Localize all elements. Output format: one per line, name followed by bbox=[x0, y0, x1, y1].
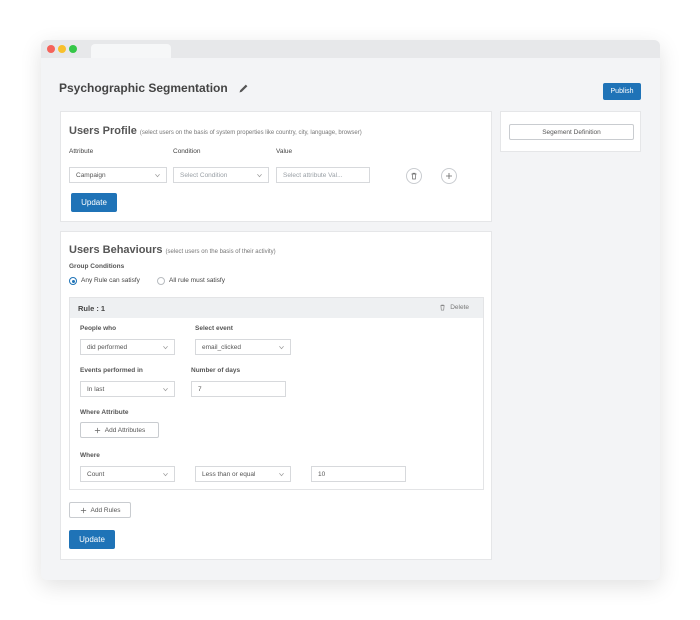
rule-header: Rule : 1 Delete bbox=[70, 298, 483, 318]
users-behaviours-subtitle: (select users on the basis of their acti… bbox=[165, 249, 276, 255]
plus-icon bbox=[94, 427, 100, 433]
people-who-value: did performed bbox=[87, 343, 128, 351]
people-who-select[interactable]: did performed bbox=[80, 339, 175, 355]
condition-header: Condition bbox=[173, 148, 201, 155]
where-field-value: Count bbox=[87, 470, 105, 478]
events-performed-label: Events performed in bbox=[80, 367, 143, 374]
radio-all-rule-label: All rule must satisfy bbox=[169, 277, 225, 284]
chevron-down-icon bbox=[163, 346, 168, 350]
people-who-label: People who bbox=[80, 325, 117, 332]
delete-rule-button[interactable]: Delete bbox=[439, 304, 469, 311]
trash-icon[interactable] bbox=[406, 168, 422, 184]
chevron-down-icon bbox=[279, 346, 284, 350]
delete-rule-label: Delete bbox=[450, 304, 469, 311]
where-operator-value: Less than or equal bbox=[202, 470, 256, 478]
page-title: Psychographic Segmentation bbox=[59, 81, 228, 95]
browser-window: Psychographic Segmentation Publish Users… bbox=[41, 40, 660, 580]
rule-card: Rule : 1 Delete People who Select event … bbox=[69, 297, 484, 490]
where-label: Where bbox=[80, 452, 100, 459]
attribute-header: Attribute bbox=[69, 148, 94, 155]
window-titlebar bbox=[41, 40, 660, 58]
radio-all-rule[interactable] bbox=[157, 277, 165, 285]
events-performed-value: In last bbox=[87, 385, 105, 393]
where-value: 10 bbox=[318, 470, 326, 478]
page-title-row: Psychographic Segmentation bbox=[59, 81, 249, 95]
pencil-icon[interactable] bbox=[238, 83, 249, 94]
number-of-days-input[interactable]: 7 bbox=[191, 381, 286, 397]
users-behaviours-title: Users Behaviours bbox=[69, 244, 163, 256]
users-profile-panel: Users Profile (select users on the basis … bbox=[60, 111, 492, 222]
add-attributes-button[interactable]: Add Attributes bbox=[80, 422, 159, 438]
users-profile-title: Users Profile bbox=[69, 125, 137, 137]
chevron-down-icon bbox=[257, 174, 262, 178]
add-condition-plus-icon[interactable] bbox=[441, 168, 457, 184]
add-attributes-label: Add Attributes bbox=[104, 426, 146, 434]
chevron-down-icon bbox=[163, 473, 168, 477]
attribute-select[interactable]: Campaign bbox=[69, 167, 167, 183]
attribute-value-input[interactable]: Select attribute Val... bbox=[276, 167, 370, 183]
attribute-select-value: Campaign bbox=[76, 171, 106, 179]
segment-definition-panel: Segement Definition bbox=[500, 111, 641, 152]
group-conditions-label: Group Conditions bbox=[69, 263, 125, 270]
maximize-window-dot-icon[interactable] bbox=[69, 45, 77, 53]
trash-icon bbox=[440, 304, 445, 311]
users-profile-heading: Users Profile (select users on the basis … bbox=[69, 125, 362, 137]
where-value-input[interactable]: 10 bbox=[311, 466, 406, 482]
add-rules-button[interactable]: Add Rules bbox=[69, 502, 131, 518]
browser-tab[interactable] bbox=[91, 44, 171, 58]
number-of-days-label: Number of days bbox=[191, 367, 241, 374]
segment-definition-button[interactable]: Segement Definition bbox=[509, 124, 634, 140]
where-attribute-label: Where Attribute bbox=[80, 409, 129, 416]
users-profile-subtitle: (select users on the basis of system pro… bbox=[139, 130, 362, 136]
select-event-value: email_clicked bbox=[202, 343, 242, 351]
where-field-select[interactable]: Count bbox=[80, 466, 175, 482]
chevron-down-icon bbox=[163, 388, 168, 392]
select-event-label: Select event bbox=[195, 325, 233, 332]
select-event-select[interactable]: email_clicked bbox=[195, 339, 291, 355]
publish-button[interactable]: Publish bbox=[603, 83, 641, 100]
condition-select-placeholder: Select Condition bbox=[180, 171, 228, 179]
radio-any-rule-label: Any Rule can satisfy bbox=[81, 277, 140, 284]
users-behaviours-panel: Users Behaviours (select users on the bas… bbox=[60, 231, 492, 560]
plus-icon bbox=[80, 507, 86, 513]
radio-any-rule[interactable] bbox=[69, 277, 77, 285]
add-rules-label: Add Rules bbox=[90, 506, 121, 514]
chevron-down-icon bbox=[155, 174, 160, 178]
update-behaviours-button[interactable]: Update bbox=[69, 530, 115, 549]
rule-title: Rule : 1 bbox=[78, 304, 106, 313]
value-header: Value bbox=[276, 148, 293, 155]
update-profile-button[interactable]: Update bbox=[71, 193, 117, 212]
minimize-window-dot-icon[interactable] bbox=[58, 45, 66, 53]
events-performed-select[interactable]: In last bbox=[80, 381, 175, 397]
condition-select[interactable]: Select Condition bbox=[173, 167, 269, 183]
close-window-dot-icon[interactable] bbox=[47, 45, 55, 53]
chevron-down-icon bbox=[279, 473, 284, 477]
users-behaviours-heading: Users Behaviours (select users on the bas… bbox=[69, 244, 276, 256]
attribute-value-placeholder: Select attribute Val... bbox=[283, 171, 343, 179]
where-operator-select[interactable]: Less than or equal bbox=[195, 466, 291, 482]
number-of-days-value: 7 bbox=[198, 385, 202, 393]
